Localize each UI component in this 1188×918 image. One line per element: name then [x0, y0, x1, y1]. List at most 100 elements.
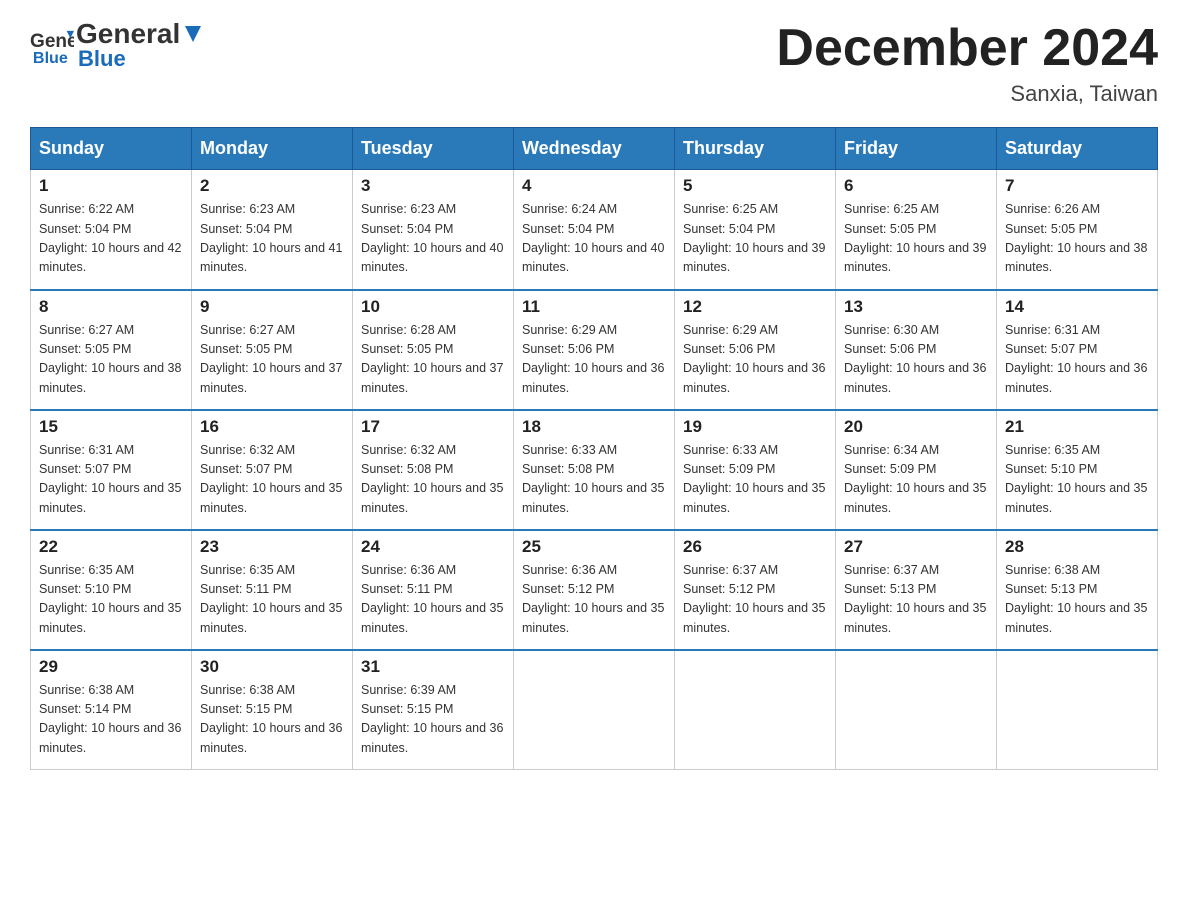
day-info: Sunrise: 6:24 AMSunset: 5:04 PMDaylight:…: [522, 202, 664, 274]
day-number: 22: [39, 537, 183, 557]
day-number: 2: [200, 176, 344, 196]
calendar-cell: 5 Sunrise: 6:25 AMSunset: 5:04 PMDayligh…: [675, 170, 836, 290]
calendar-cell: 25 Sunrise: 6:36 AMSunset: 5:12 PMDaylig…: [514, 530, 675, 650]
day-info: Sunrise: 6:27 AMSunset: 5:05 PMDaylight:…: [39, 323, 181, 395]
calendar-cell: 31 Sunrise: 6:39 AMSunset: 5:15 PMDaylig…: [353, 650, 514, 770]
day-number: 7: [1005, 176, 1149, 196]
day-number: 17: [361, 417, 505, 437]
day-number: 20: [844, 417, 988, 437]
day-info: Sunrise: 6:31 AMSunset: 5:07 PMDaylight:…: [39, 443, 181, 515]
day-number: 15: [39, 417, 183, 437]
col-sunday: Sunday: [31, 128, 192, 170]
day-info: Sunrise: 6:35 AMSunset: 5:10 PMDaylight:…: [39, 563, 181, 635]
day-info: Sunrise: 6:36 AMSunset: 5:12 PMDaylight:…: [522, 563, 664, 635]
day-info: Sunrise: 6:39 AMSunset: 5:15 PMDaylight:…: [361, 683, 503, 755]
day-info: Sunrise: 6:32 AMSunset: 5:07 PMDaylight:…: [200, 443, 342, 515]
day-info: Sunrise: 6:33 AMSunset: 5:09 PMDaylight:…: [683, 443, 825, 515]
day-number: 27: [844, 537, 988, 557]
day-number: 5: [683, 176, 827, 196]
day-number: 12: [683, 297, 827, 317]
calendar-cell: 17 Sunrise: 6:32 AMSunset: 5:08 PMDaylig…: [353, 410, 514, 530]
day-info: Sunrise: 6:29 AMSunset: 5:06 PMDaylight:…: [522, 323, 664, 395]
calendar-cell: 3 Sunrise: 6:23 AMSunset: 5:04 PMDayligh…: [353, 170, 514, 290]
day-number: 9: [200, 297, 344, 317]
logo: General Blue General Blue: [30, 20, 203, 70]
calendar-cell: 14 Sunrise: 6:31 AMSunset: 5:07 PMDaylig…: [997, 290, 1158, 410]
col-thursday: Thursday: [675, 128, 836, 170]
calendar-cell: 24 Sunrise: 6:36 AMSunset: 5:11 PMDaylig…: [353, 530, 514, 650]
day-info: Sunrise: 6:25 AMSunset: 5:04 PMDaylight:…: [683, 202, 825, 274]
day-number: 6: [844, 176, 988, 196]
calendar-cell: 9 Sunrise: 6:27 AMSunset: 5:05 PMDayligh…: [192, 290, 353, 410]
calendar-cell: 18 Sunrise: 6:33 AMSunset: 5:08 PMDaylig…: [514, 410, 675, 530]
calendar-cell: 13 Sunrise: 6:30 AMSunset: 5:06 PMDaylig…: [836, 290, 997, 410]
day-info: Sunrise: 6:32 AMSunset: 5:08 PMDaylight:…: [361, 443, 503, 515]
day-number: 13: [844, 297, 988, 317]
day-number: 26: [683, 537, 827, 557]
day-info: Sunrise: 6:27 AMSunset: 5:05 PMDaylight:…: [200, 323, 342, 395]
calendar-week-1: 1 Sunrise: 6:22 AMSunset: 5:04 PMDayligh…: [31, 170, 1158, 290]
day-info: Sunrise: 6:31 AMSunset: 5:07 PMDaylight:…: [1005, 323, 1147, 395]
day-number: 30: [200, 657, 344, 677]
day-number: 19: [683, 417, 827, 437]
day-info: Sunrise: 6:30 AMSunset: 5:06 PMDaylight:…: [844, 323, 986, 395]
day-info: Sunrise: 6:38 AMSunset: 5:13 PMDaylight:…: [1005, 563, 1147, 635]
day-info: Sunrise: 6:35 AMSunset: 5:11 PMDaylight:…: [200, 563, 342, 635]
logo-icon: General Blue: [30, 25, 74, 69]
col-friday: Friday: [836, 128, 997, 170]
calendar-cell: 6 Sunrise: 6:25 AMSunset: 5:05 PMDayligh…: [836, 170, 997, 290]
col-monday: Monday: [192, 128, 353, 170]
calendar-cell: 19 Sunrise: 6:33 AMSunset: 5:09 PMDaylig…: [675, 410, 836, 530]
title-block: December 2024 Sanxia, Taiwan: [776, 20, 1158, 107]
page-header: General Blue General Blue December 2024 …: [30, 20, 1158, 107]
calendar-cell: [997, 650, 1158, 770]
calendar-cell: 20 Sunrise: 6:34 AMSunset: 5:09 PMDaylig…: [836, 410, 997, 530]
col-tuesday: Tuesday: [353, 128, 514, 170]
day-number: 23: [200, 537, 344, 557]
col-wednesday: Wednesday: [514, 128, 675, 170]
calendar-table: Sunday Monday Tuesday Wednesday Thursday…: [30, 127, 1158, 770]
day-number: 28: [1005, 537, 1149, 557]
day-info: Sunrise: 6:34 AMSunset: 5:09 PMDaylight:…: [844, 443, 986, 515]
calendar-header-row: Sunday Monday Tuesday Wednesday Thursday…: [31, 128, 1158, 170]
logo-blue-text: Blue: [76, 48, 203, 70]
day-info: Sunrise: 6:23 AMSunset: 5:04 PMDaylight:…: [200, 202, 342, 274]
calendar-cell: 23 Sunrise: 6:35 AMSunset: 5:11 PMDaylig…: [192, 530, 353, 650]
calendar-cell: [836, 650, 997, 770]
calendar-cell: 30 Sunrise: 6:38 AMSunset: 5:15 PMDaylig…: [192, 650, 353, 770]
calendar-cell: 29 Sunrise: 6:38 AMSunset: 5:14 PMDaylig…: [31, 650, 192, 770]
calendar-cell: 28 Sunrise: 6:38 AMSunset: 5:13 PMDaylig…: [997, 530, 1158, 650]
calendar-cell: 26 Sunrise: 6:37 AMSunset: 5:12 PMDaylig…: [675, 530, 836, 650]
day-number: 11: [522, 297, 666, 317]
calendar-cell: 27 Sunrise: 6:37 AMSunset: 5:13 PMDaylig…: [836, 530, 997, 650]
day-number: 25: [522, 537, 666, 557]
calendar-cell: 11 Sunrise: 6:29 AMSunset: 5:06 PMDaylig…: [514, 290, 675, 410]
calendar-cell: 22 Sunrise: 6:35 AMSunset: 5:10 PMDaylig…: [31, 530, 192, 650]
day-number: 24: [361, 537, 505, 557]
calendar-cell: 15 Sunrise: 6:31 AMSunset: 5:07 PMDaylig…: [31, 410, 192, 530]
day-info: Sunrise: 6:28 AMSunset: 5:05 PMDaylight:…: [361, 323, 503, 395]
calendar-cell: 7 Sunrise: 6:26 AMSunset: 5:05 PMDayligh…: [997, 170, 1158, 290]
calendar-week-2: 8 Sunrise: 6:27 AMSunset: 5:05 PMDayligh…: [31, 290, 1158, 410]
day-number: 10: [361, 297, 505, 317]
day-number: 3: [361, 176, 505, 196]
day-info: Sunrise: 6:25 AMSunset: 5:05 PMDaylight:…: [844, 202, 986, 274]
day-info: Sunrise: 6:37 AMSunset: 5:13 PMDaylight:…: [844, 563, 986, 635]
calendar-week-5: 29 Sunrise: 6:38 AMSunset: 5:14 PMDaylig…: [31, 650, 1158, 770]
day-info: Sunrise: 6:35 AMSunset: 5:10 PMDaylight:…: [1005, 443, 1147, 515]
day-info: Sunrise: 6:38 AMSunset: 5:14 PMDaylight:…: [39, 683, 181, 755]
svg-text:Blue: Blue: [33, 49, 68, 67]
calendar-cell: 21 Sunrise: 6:35 AMSunset: 5:10 PMDaylig…: [997, 410, 1158, 530]
calendar-cell: 12 Sunrise: 6:29 AMSunset: 5:06 PMDaylig…: [675, 290, 836, 410]
calendar-cell: 2 Sunrise: 6:23 AMSunset: 5:04 PMDayligh…: [192, 170, 353, 290]
day-info: Sunrise: 6:37 AMSunset: 5:12 PMDaylight:…: [683, 563, 825, 635]
calendar-week-4: 22 Sunrise: 6:35 AMSunset: 5:10 PMDaylig…: [31, 530, 1158, 650]
calendar-cell: 10 Sunrise: 6:28 AMSunset: 5:05 PMDaylig…: [353, 290, 514, 410]
calendar-cell: 16 Sunrise: 6:32 AMSunset: 5:07 PMDaylig…: [192, 410, 353, 530]
day-info: Sunrise: 6:23 AMSunset: 5:04 PMDaylight:…: [361, 202, 503, 274]
logo-triangle-icon: [181, 22, 203, 44]
calendar-cell: 8 Sunrise: 6:27 AMSunset: 5:05 PMDayligh…: [31, 290, 192, 410]
calendar-week-3: 15 Sunrise: 6:31 AMSunset: 5:07 PMDaylig…: [31, 410, 1158, 530]
day-number: 29: [39, 657, 183, 677]
day-info: Sunrise: 6:26 AMSunset: 5:05 PMDaylight:…: [1005, 202, 1147, 274]
